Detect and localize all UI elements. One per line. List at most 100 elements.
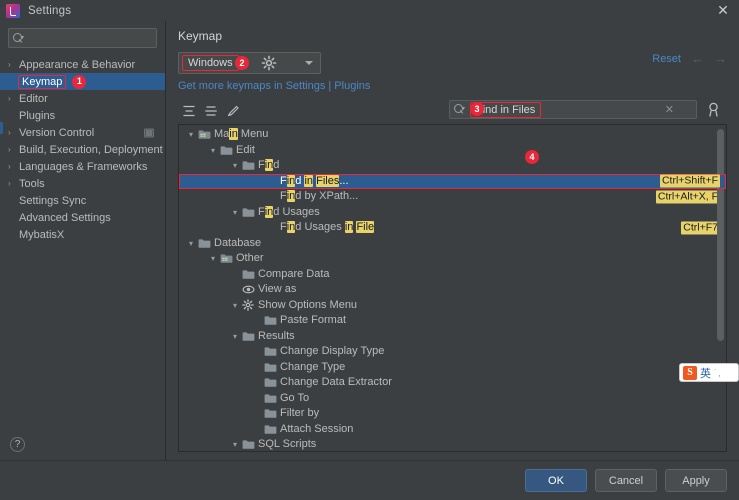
sidebar-item-mybatisx[interactable]: MybatisX [0,226,165,243]
search-icon: ▾ [454,104,465,115]
chevron-down-icon[interactable]: ▾ [185,239,197,248]
sidebar-search-box[interactable]: ▾ [8,28,157,48]
chevron-down-icon[interactable]: ▾ [185,130,197,139]
tree-row[interactable]: ▾ Database [179,236,726,252]
chevron-down-icon[interactable]: ▾ [229,161,241,170]
tree-label-text: Results [258,329,295,342]
keymap-select[interactable]: Windows [178,52,321,74]
chevron-right-icon[interactable]: › [8,162,19,171]
sidebar-item-label: Plugins [19,109,56,122]
sidebar-item-label-wrap: Appearance & Behavior [19,59,135,71]
sidebar-item-keymap[interactable]: Keymap 1 [0,73,165,90]
folder-icon [263,377,277,388]
chevron-down-icon[interactable]: ▾ [229,208,241,217]
search-match-highlight: in [286,174,296,187]
sidebar-item-label: Advanced Settings [19,211,111,224]
ok-button[interactable]: OK [525,469,587,492]
tree-row[interactable]: ▾ SQL Scripts [179,437,726,451]
tree-row[interactable]: Find Usages in File Ctrl+F7 [179,220,726,236]
expand-all-icon[interactable] [180,102,198,120]
chevron-right-icon[interactable]: › [8,145,19,154]
reset-link[interactable]: Reset [652,53,681,65]
search-match-highlight: in [304,174,314,187]
tree-row[interactable]: Change Type [179,360,726,376]
tree-row[interactable]: Find by XPath... Ctrl+Alt+X, F [179,189,726,205]
ime-mode-label[interactable]: 英 [700,365,711,381]
chevron-down-icon[interactable]: ▾ [207,146,219,155]
chevron-right-icon[interactable]: › [8,94,19,103]
find-by-shortcut-icon[interactable] [706,101,723,118]
cancel-button[interactable]: Cancel [595,469,657,492]
tree-row[interactable]: View as [179,282,726,298]
back-arrow-icon[interactable]: ← [691,51,704,66]
tree-row[interactable]: Paste Format [179,313,726,329]
tree-row[interactable]: ▾ Other [179,251,726,267]
tree-row[interactable]: ▾ Show Options Menu [179,298,726,314]
sidebar-item-version-control[interactable]: › Version Control [0,124,165,141]
help-button[interactable]: ? [10,437,25,452]
keymap-select-value: Windows [182,55,239,71]
sidebar-item-build-execution-deployment[interactable]: › Build, Execution, Deployment [0,141,165,158]
tree-row[interactable]: Change Display Type [179,344,726,360]
sidebar-item-languages-frameworks[interactable]: › Languages & Frameworks [0,158,165,175]
tree-row[interactable]: ▾ Main Menu [179,127,726,143]
edit-pencil-icon[interactable] [224,102,242,120]
tree-row[interactable]: Compare Data [179,267,726,283]
sidebar-item-tools[interactable]: › Tools [0,175,165,192]
collapse-all-icon[interactable] [202,102,220,120]
chevron-right-icon[interactable]: › [8,179,19,188]
selection-edge-marker [0,122,3,134]
tree-row[interactable]: Go To [179,391,726,407]
sidebar-item-editor[interactable]: › Editor [0,90,165,107]
tree-row[interactable]: Change Data Extractor [179,375,726,391]
search-match-highlight: File [356,221,375,234]
tree-row-label: Change Display Type [280,346,384,357]
folder-icon [241,439,255,450]
apply-button[interactable]: Apply [665,469,727,492]
forward-arrow-icon[interactable]: → [714,51,727,66]
tree-row[interactable]: Filter by [179,406,726,422]
chevron-down-icon[interactable]: ▾ [229,301,241,310]
search-match-highlight: in [286,190,296,203]
clear-search-icon[interactable]: ✕ [665,103,674,116]
sidebar-item-label-wrap: Build, Execution, Deployment [19,144,163,156]
chevron-right-icon[interactable]: › [8,128,19,137]
keymap-search-box[interactable]: ▾ Find in Files ✕ [449,100,697,119]
sidebar-item-label-wrap: Version Control [19,127,94,139]
sidebar-item-plugins[interactable]: Plugins [0,107,165,124]
sidebar-item-advanced-settings[interactable]: Advanced Settings [0,209,165,226]
tree-label-text: Filter by [280,407,320,420]
sidebar-item-label: Editor [19,92,48,105]
tree-row[interactable]: ▾ Find [179,158,726,174]
get-more-keymaps-link[interactable]: Get more keymaps in Settings | Plugins [178,80,727,92]
tree-row[interactable]: ▾ Results [179,329,726,345]
tree-label-text: Other [236,252,264,265]
gear-icon[interactable] [261,55,277,71]
tree-label-text: F [280,221,287,234]
tree-row[interactable]: Find in Files... Ctrl+Shift+F [179,173,726,189]
folder-icon [219,145,233,156]
chevron-down-icon[interactable]: ▾ [229,332,241,341]
chevron-down-icon[interactable]: ▾ [229,440,241,449]
sogou-logo-icon: S [683,365,697,380]
shortcut-label: Ctrl+Alt+X, F [655,190,720,204]
tree-label-text: F [258,205,265,218]
tree-scrollbar-thumb[interactable] [717,129,724,341]
chevron-down-icon[interactable]: ▾ [207,254,219,263]
close-icon[interactable]: ✕ [713,2,733,19]
tree-row[interactable]: Attach Session [179,422,726,438]
keymap-select-row: Windows 2 [178,52,727,74]
sidebar-item-label: Tools [19,177,45,190]
keymap-tree-container[interactable]: ▾ Main Menu ▾ Edit ▾ Find Find in Files... Ctrl… [178,124,727,452]
tree-label-text: Compare Data [258,267,330,280]
sidebar-item-appearance-behavior[interactable]: › Appearance & Behavior [0,56,165,73]
sidebar-search-input[interactable] [27,32,152,44]
sidebar-item-settings-sync[interactable]: Settings Sync [0,192,165,209]
tree-row[interactable]: ▾ Find Usages [179,205,726,221]
tree-row[interactable]: ▾ Edit [179,143,726,159]
window-body: ▾ › Appearance & Behavior Keymap 1 › Editor Pl… [0,21,739,460]
ime-toolbar[interactable]: S 英 ˙, [679,363,739,382]
sidebar-item-label-wrap: Tools [19,178,45,190]
chevron-right-icon[interactable]: › [8,60,19,69]
annotation-badge-3: 3 [470,102,484,116]
